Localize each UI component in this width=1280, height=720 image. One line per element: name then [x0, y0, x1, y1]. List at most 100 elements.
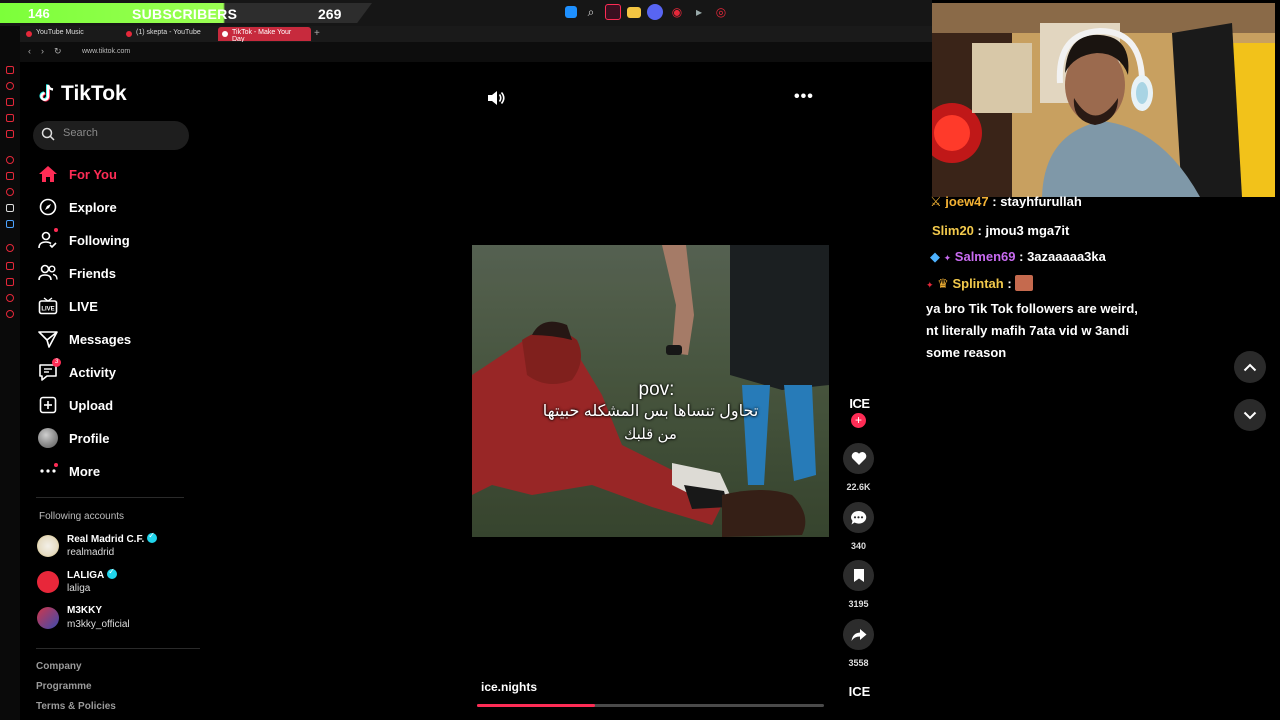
subscriber-count: 146	[28, 6, 50, 21]
account-m3kky[interactable]: M3KKY m3kky_official	[37, 605, 177, 635]
sidebar-app-icon[interactable]	[6, 278, 14, 286]
chat-message: ◆ ✦ Salmen69 : 3azaaaaa3ka	[930, 249, 1106, 264]
nav-live[interactable]: LIVE LIVE	[38, 295, 98, 317]
video-player[interactable]: pov: تحاول تنساها بس المشكله حبيتها من ق…	[472, 245, 829, 537]
cube-badge-icon: ◆	[930, 249, 940, 264]
nav-friends[interactable]: Friends	[38, 262, 116, 284]
speaker-icon	[488, 91, 505, 105]
nav-for-you[interactable]: For You	[38, 163, 117, 185]
nav-messages[interactable]: Messages	[38, 328, 131, 350]
tiktok-app-icon[interactable]	[605, 4, 621, 20]
chat-message: nt literally mafih 7ata vid w 3andi	[926, 323, 1130, 338]
crown-badge-icon: ♛	[937, 276, 949, 291]
activity-badge: 3	[52, 358, 61, 367]
search-box[interactable]	[33, 121, 189, 150]
bookmark-icon	[853, 569, 864, 582]
upload-icon	[38, 395, 58, 415]
nav-explore[interactable]: Explore	[38, 196, 117, 218]
account-real-madrid[interactable]: Real Madrid C.F. realmadrid	[37, 531, 177, 563]
save-button[interactable]	[843, 560, 874, 591]
sidebar-app-icon[interactable]	[6, 204, 14, 212]
share-button[interactable]	[843, 619, 874, 650]
chrome-icon[interactable]: ◎	[713, 4, 729, 20]
footer-link-company[interactable]: Company	[36, 661, 82, 672]
sidebar-app-icon[interactable]	[6, 294, 14, 302]
sidebar-app-icon[interactable]	[6, 130, 14, 138]
reload-icon[interactable]: ↻	[54, 46, 62, 57]
sidebar-app-icon[interactable]	[6, 262, 14, 270]
notification-dot	[54, 228, 58, 232]
chat-username: joew47	[945, 194, 989, 208]
next-video-avatar[interactable]: ICE	[844, 684, 875, 699]
nav-label: Upload	[69, 397, 114, 413]
nav-label: Explore	[69, 199, 117, 215]
sidebar-app-icon[interactable]	[6, 66, 14, 74]
tiktok-note-icon	[39, 84, 54, 102]
chat-message: ⚔ joew47 : stayhfurullah	[930, 194, 1082, 208]
new-tab-button[interactable]: +	[314, 28, 320, 39]
chat-message: some reason	[926, 345, 1007, 360]
taskbar: ⌕ ◉ ▸ ◎	[565, 4, 729, 20]
creator-avatar[interactable]: ICE	[844, 396, 875, 411]
chat-message: ✦ ♛ Splintah :	[926, 275, 1034, 292]
browser-tab-bar: YouTube Music (1) skepta - YouTube TikTo…	[0, 26, 932, 43]
tab-youtube-music[interactable]: YouTube Music	[22, 27, 122, 41]
tab-skepta-youtube[interactable]: (1) skepta - YouTube	[122, 27, 217, 41]
search-icon	[41, 127, 55, 141]
nav-label: LIVE	[69, 298, 98, 314]
sidebar-app-icon[interactable]	[6, 82, 14, 90]
footer-link-programme[interactable]: Programme	[36, 681, 92, 692]
account-avatar	[37, 607, 59, 629]
divider	[36, 648, 200, 649]
follow-button[interactable]: +	[851, 413, 866, 428]
sidebar-app-icon[interactable]	[6, 310, 14, 318]
terminal-icon[interactable]: ▸	[691, 4, 707, 20]
subscriber-goal: 269	[318, 6, 342, 22]
folder-icon[interactable]	[627, 7, 641, 18]
nav-following[interactable]: Following	[38, 228, 130, 251]
sidebar-app-icon[interactable]	[6, 244, 14, 252]
comment-button[interactable]	[843, 502, 874, 533]
back-icon[interactable]: ‹	[28, 46, 31, 57]
video-progress-fill	[477, 704, 595, 707]
video-author[interactable]: ice.nights	[481, 680, 537, 694]
heart-icon	[851, 452, 866, 465]
video-progress-bar[interactable]	[477, 704, 824, 707]
tab-tiktok[interactable]: TikTok - Make Your Day	[218, 27, 311, 43]
compass-icon	[38, 197, 58, 217]
verified-icon	[107, 567, 118, 579]
nav-more[interactable]: More	[38, 460, 100, 482]
sidebar-app-icon[interactable]	[6, 98, 14, 106]
footer-link-terms[interactable]: Terms & Policies	[36, 701, 116, 712]
previous-video-button[interactable]	[1234, 351, 1266, 383]
nav-label: Messages	[69, 331, 132, 347]
tiktok-logo[interactable]: TikTok	[38, 82, 127, 106]
sidebar-app-icon[interactable]	[6, 114, 14, 122]
nav-activity[interactable]: 3 Activity	[38, 358, 116, 383]
account-name: M3KKY	[67, 605, 103, 616]
more-options-button[interactable]: •••	[794, 88, 814, 106]
sidebar-app-icon[interactable]	[6, 172, 14, 180]
discord-icon[interactable]	[647, 4, 663, 20]
sidebar-app-icon[interactable]	[6, 220, 14, 228]
nav-profile[interactable]: Profile	[38, 427, 109, 449]
search-input[interactable]	[63, 127, 179, 139]
url-field[interactable]: www.tiktok.com	[82, 48, 130, 55]
account-laliga[interactable]: LALIGA laliga	[37, 567, 177, 599]
nav-upload[interactable]: Upload	[38, 394, 113, 416]
tab-label: TikTok - Make Your Day	[232, 29, 292, 43]
browser-sidebar	[0, 26, 20, 720]
screen: 146 SUBSCRIBERS 269 ⌕ ◉ ▸ ◎ YouTube Musi…	[0, 0, 1280, 720]
activity-icon: 3	[38, 358, 61, 382]
tab-label: (1) skepta - YouTube	[136, 29, 201, 36]
home-icon	[38, 164, 58, 184]
search-icon[interactable]: ⌕	[583, 4, 599, 20]
sidebar-app-icon[interactable]	[6, 156, 14, 164]
forward-icon[interactable]: ›	[41, 46, 44, 57]
windows-start-icon[interactable]	[565, 6, 577, 18]
sidebar-app-icon[interactable]	[6, 188, 14, 196]
like-button[interactable]	[843, 443, 874, 474]
opera-icon[interactable]: ◉	[669, 4, 685, 20]
volume-button[interactable]	[486, 88, 506, 108]
next-video-button[interactable]	[1234, 399, 1266, 431]
